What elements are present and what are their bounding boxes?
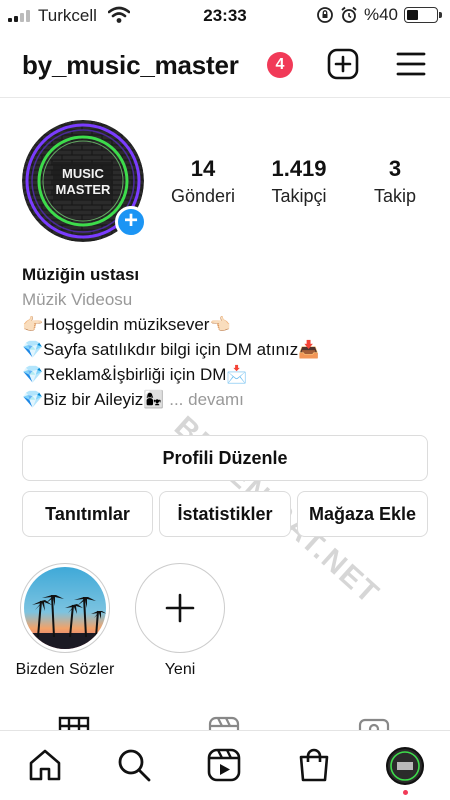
bio-line: 💎Reklam&İşbirliği için DM📩: [22, 365, 248, 384]
bio-line: 💎Sayfa satılıkdır bilgi için DM atınız📥: [22, 340, 320, 359]
profile-tabs: [0, 712, 450, 730]
username[interactable]: by_music_master: [22, 50, 239, 81]
tagged-tab-icon[interactable]: [358, 716, 390, 730]
bio-line: 💎Biz bir Aileyiz👩‍👧: [22, 390, 165, 409]
bio-line-last: 💎Biz bir Aileyiz👩‍👧 ... devamı: [22, 387, 432, 412]
more-link[interactable]: ... devamı: [169, 390, 244, 409]
display-name: Müziğin ustası: [22, 265, 140, 284]
logo-text-music: MUSIC: [62, 166, 105, 181]
highlight-ring: [20, 563, 110, 653]
hamburger-menu-icon[interactable]: [396, 50, 426, 78]
promotions-button[interactable]: Tanıtımlar: [22, 491, 153, 537]
posts-value: 14: [190, 156, 216, 181]
search-icon[interactable]: [116, 747, 152, 783]
highlight-thumbnail: [24, 567, 106, 649]
bottom-navigation: [0, 730, 450, 800]
posts-count[interactable]: 14 Gönderi: [153, 156, 253, 207]
reels-icon[interactable]: [206, 747, 242, 783]
insights-button[interactable]: İstatistikler: [159, 491, 291, 537]
followers-count[interactable]: 1.419 Takipçi: [249, 156, 349, 207]
category-label: Müzik Videosu: [22, 290, 133, 309]
highlight-item[interactable]: Bizden Sözler: [10, 563, 120, 679]
home-icon[interactable]: [27, 747, 63, 783]
logo-text-master: MASTER: [56, 182, 112, 197]
grid-tab-icon[interactable]: [58, 716, 90, 730]
profile-tab-avatar[interactable]: [386, 747, 424, 785]
followers-label: Takipçi: [271, 186, 327, 206]
following-label: Takip: [373, 186, 417, 206]
new-post-icon[interactable]: [327, 48, 359, 80]
rotation-lock-icon: [317, 7, 333, 23]
status-bar: Turkcell 23:33 %40: [0, 0, 450, 32]
notification-dot: [403, 790, 408, 795]
posts-label: Gönderi: [170, 186, 236, 206]
profile-header: by_music_master 4: [0, 32, 450, 98]
add-story-button[interactable]: +: [115, 206, 147, 238]
shop-icon[interactable]: [296, 747, 332, 783]
battery-icon: [404, 7, 442, 23]
alarm-icon: [341, 6, 357, 23]
edit-profile-button[interactable]: Profili Düzenle: [22, 435, 428, 481]
following-value: 3: [388, 156, 402, 181]
highlight-label: Yeni: [164, 661, 196, 678]
notification-badge[interactable]: 4: [267, 52, 293, 78]
reels-tab-icon[interactable]: [208, 716, 240, 730]
add-shop-button[interactable]: Mağaza Ekle: [297, 491, 428, 537]
profile-bio: Müziğin ustası Müzik Videosu 👉🏻Hoşgeldin…: [22, 262, 432, 412]
bio-line: 👉🏻Hoşgeldin müziksever👈🏻: [22, 315, 231, 334]
battery-percent: %40: [363, 5, 398, 24]
followers-value: 1.419: [271, 156, 327, 181]
highlight-label: Bizden Sözler: [15, 661, 115, 678]
plus-icon: [165, 593, 195, 623]
following-count[interactable]: 3 Takip: [345, 156, 445, 207]
highlight-ring: [135, 563, 225, 653]
new-highlight-button[interactable]: Yeni: [125, 563, 235, 679]
